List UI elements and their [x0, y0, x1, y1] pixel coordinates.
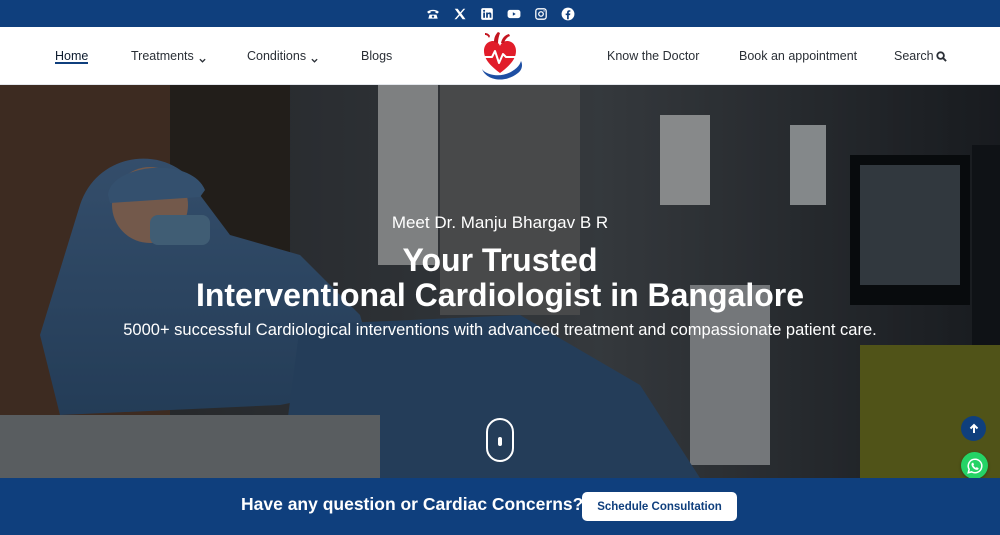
search-icon — [935, 50, 947, 62]
back-to-top-button[interactable] — [961, 416, 986, 441]
nav-conditions[interactable]: Conditions — [247, 27, 318, 85]
cta-banner: Have any question or Cardiac Concerns? S… — [0, 478, 1000, 535]
nav-treatments-label: Treatments — [131, 49, 194, 63]
mouse-wheel — [498, 437, 502, 446]
facebook-icon[interactable] — [560, 6, 575, 21]
whatsapp-icon — [966, 457, 983, 474]
heart-logo[interactable] — [472, 29, 528, 83]
nav-home-label: Home — [55, 49, 89, 63]
nav-conditions-label: Conditions — [247, 49, 307, 63]
hero-subtitle: 5000+ successful Cardiological intervent… — [123, 321, 877, 339]
nav-book-label: Book an appointment — [739, 49, 858, 63]
nav-doctor-label: Know the Doctor — [607, 49, 700, 63]
nav-treatments[interactable]: Treatments — [131, 27, 206, 85]
schedule-consultation-button[interactable]: Schedule Consultation — [582, 492, 737, 521]
cta-question: Have any question or Cardiac Concerns? — [241, 494, 584, 514]
nav-home[interactable]: Home — [55, 27, 89, 85]
hero-title-line-2: Interventional Cardiologist in Bangalore — [195, 277, 805, 313]
arrow-up-icon — [969, 423, 978, 433]
nav-blogs[interactable]: Blogs — [361, 27, 392, 85]
active-underline — [55, 62, 89, 64]
scroll-down-mouse-icon[interactable] — [486, 418, 514, 462]
hero-title-line-1: Your Trusted — [402, 242, 598, 278]
x-twitter-icon[interactable] — [452, 6, 467, 21]
social-bar — [0, 0, 1000, 27]
whatsapp-button[interactable] — [961, 452, 988, 479]
chevron-down-icon — [199, 53, 206, 63]
instagram-icon[interactable] — [533, 6, 548, 21]
nav-know-the-doctor[interactable]: Know the Doctor — [607, 27, 699, 85]
youtube-icon[interactable] — [506, 6, 521, 21]
hero-section: Meet Dr. Manju Bhargav B R Your Trusted … — [0, 85, 1000, 478]
nav-book-appointment[interactable]: Book an appointment — [739, 27, 857, 85]
hero-kicker: Meet Dr. Manju Bhargav B R — [391, 213, 609, 232]
nav-blogs-label: Blogs — [361, 49, 393, 63]
linkedin-icon[interactable] — [479, 6, 494, 21]
chevron-down-icon — [311, 53, 318, 63]
nav-search-label: Search — [894, 49, 934, 63]
phone-icon[interactable] — [425, 6, 440, 21]
hero-title: Your Trusted Interventional Cardiologist… — [0, 243, 1000, 313]
nav-search[interactable]: Search — [894, 27, 947, 85]
